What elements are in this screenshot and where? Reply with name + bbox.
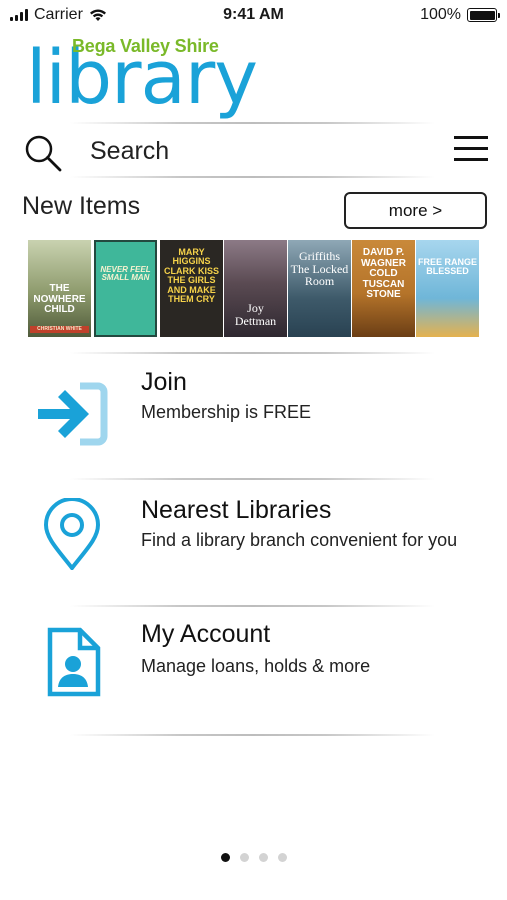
divider — [70, 605, 435, 607]
status-right: 100% — [420, 6, 500, 24]
library-logo: library Bega Valley Shire — [22, 30, 258, 118]
divider — [70, 734, 435, 736]
logo-tagline: Bega Valley Shire — [72, 36, 219, 56]
menu-item-subtitle: Find a library branch convenient for you — [141, 530, 458, 550]
menu-item-subtitle: Manage loans, holds & more — [141, 656, 371, 676]
login-arrow-icon — [38, 382, 108, 446]
divider — [70, 352, 435, 354]
hamburger-menu-icon[interactable] — [454, 134, 488, 164]
book-cover-joy-dettman[interactable]: Joy Dettman — [224, 240, 287, 337]
status-bar: Carrier 9:41 AM 100% — [0, 0, 507, 30]
book-cover-green[interactable]: NEVER FEEL SMALL MAN — [94, 240, 157, 337]
page-indicator[interactable] — [0, 853, 507, 862]
menu-item-title: Nearest Libraries — [141, 496, 332, 524]
book-cover-kiss-the-girls[interactable]: MARY HIGGINS CLARK KISS THE GIRLS AND MA… — [160, 240, 223, 337]
account-card-icon — [47, 627, 101, 697]
divider — [70, 176, 435, 178]
new-items-heading: New Items — [22, 192, 141, 220]
book-cover-blue[interactable]: FREE RANGE BLESSED — [416, 240, 479, 337]
book-cover-locked-room[interactable]: Griffiths The Locked Room — [288, 240, 351, 337]
menu-item-my-account[interactable]: My Account Manage loans, holds & more — [0, 616, 507, 736]
menu-item-title: Join — [141, 368, 187, 396]
search-bar — [0, 128, 507, 176]
menu-item-subtitle: Membership is FREE — [141, 402, 312, 422]
page-dot[interactable] — [239, 853, 249, 862]
book-cover-cold-tuscan-stone[interactable]: DAVID P. WAGNER COLD TUSCAN STONE — [352, 240, 415, 337]
more-button[interactable]: more > — [344, 192, 487, 229]
page-dot[interactable] — [258, 853, 268, 862]
search-icon[interactable] — [24, 134, 62, 172]
page-dot[interactable] — [220, 853, 230, 862]
search-input[interactable] — [90, 134, 390, 168]
divider — [70, 478, 435, 480]
menu-item-join[interactable]: Join Membership is FREE — [0, 360, 507, 480]
menu-item-title: My Account — [141, 620, 271, 648]
page-dot[interactable] — [277, 853, 287, 862]
battery-percent: 100% — [420, 6, 461, 23]
battery-icon — [467, 8, 500, 22]
location-pin-icon — [43, 498, 101, 570]
book-cover-nowhere-child[interactable]: THE NOWHERE CHILD CHRISTIAN WHITE — [28, 240, 91, 337]
divider — [70, 122, 435, 124]
menu-item-nearest-libraries[interactable]: Nearest Libraries Find a library branch … — [0, 488, 507, 608]
new-items-carousel[interactable]: THE NOWHERE CHILD CHRISTIAN WHITE NEVER … — [20, 240, 487, 338]
